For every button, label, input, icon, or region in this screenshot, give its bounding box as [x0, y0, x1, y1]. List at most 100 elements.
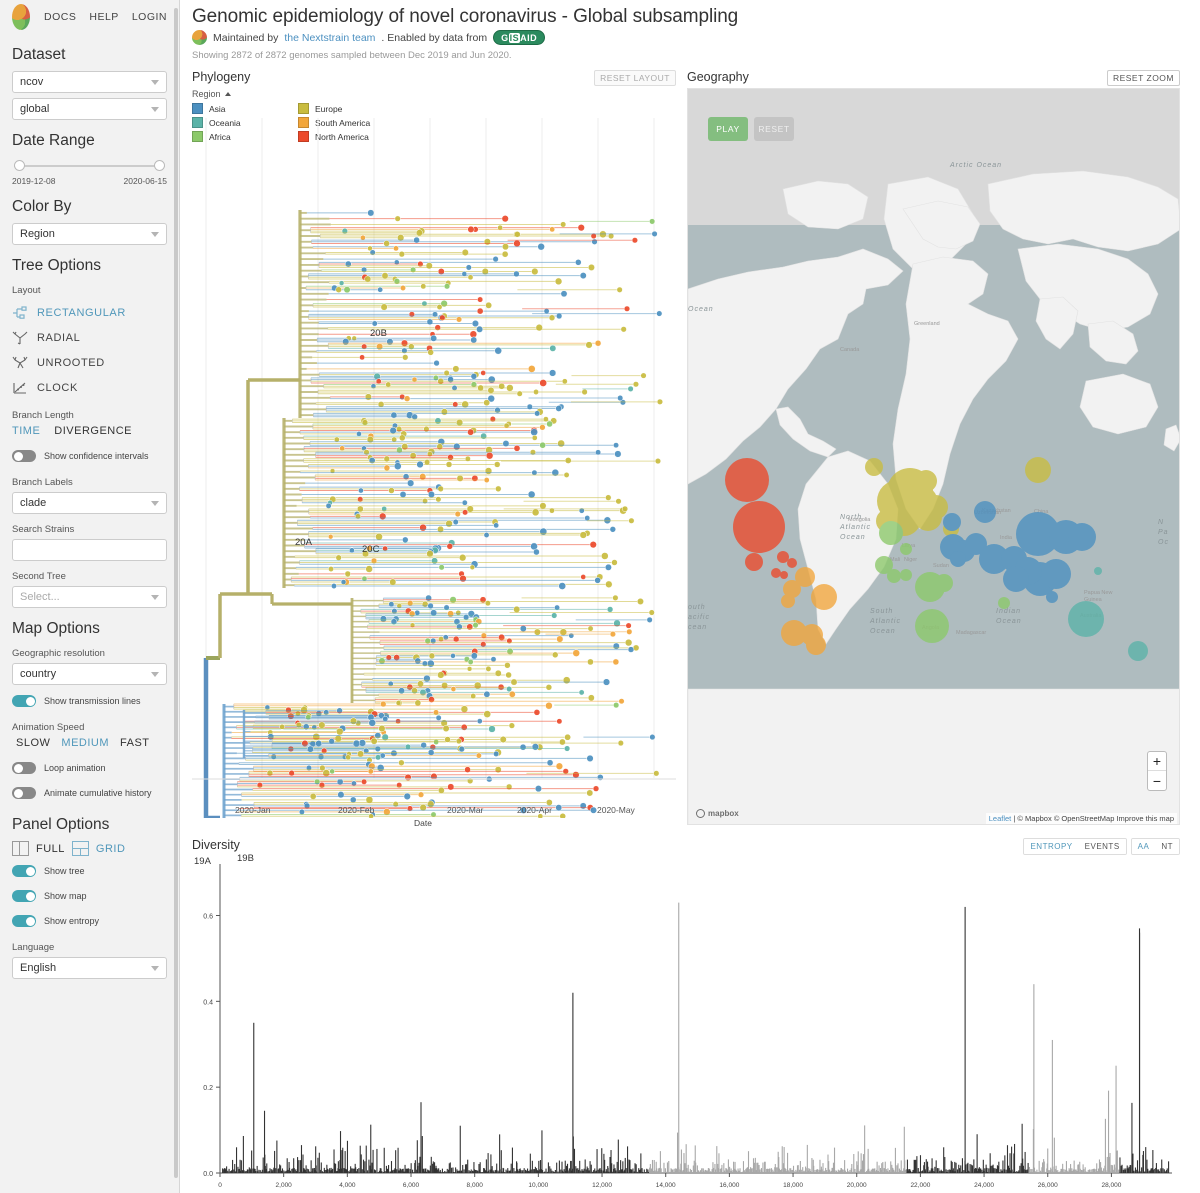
- deme-circle-nigeria[interactable]: [900, 569, 912, 581]
- deme-circle-new-zealand[interactable]: [1128, 641, 1148, 661]
- show-entropy-row[interactable]: Show entropy: [12, 910, 167, 932]
- deme-circle-peru[interactable]: [781, 594, 795, 608]
- deme-circle-mauritius[interactable]: [998, 597, 1010, 609]
- map-svg[interactable]: Arctic Ocean North Atlantic Ocean South …: [688, 89, 1180, 825]
- deme-circle-iceland[interactable]: [865, 458, 883, 476]
- transmission-lines-row[interactable]: Show transmission lines: [12, 690, 167, 712]
- layout-option-rectangular[interactable]: RECTANGULAR: [12, 300, 167, 325]
- attribution-leaflet[interactable]: Leaflet: [989, 814, 1012, 823]
- color-by-select[interactable]: Region: [12, 223, 167, 245]
- events-button[interactable]: EVENTS: [1078, 839, 1126, 854]
- deme-circle-algeria[interactable]: [900, 543, 912, 555]
- attribution-osm[interactable]: © OpenStreetMap: [1054, 814, 1115, 823]
- nextstrain-logo-icon[interactable]: [12, 4, 31, 30]
- branch-labels-select[interactable]: clade: [12, 492, 167, 514]
- loop-animation-row[interactable]: Loop animation: [12, 757, 167, 779]
- deme-circle-uruguay[interactable]: [806, 635, 826, 655]
- sidebar-scrollbar[interactable]: [174, 8, 178, 1178]
- play-button[interactable]: PLAY: [708, 117, 748, 141]
- deme-circle-malaysia[interactable]: [1003, 566, 1029, 592]
- clade-label-20b[interactable]: 20B: [370, 328, 387, 339]
- date-range-slider[interactable]: [14, 158, 165, 174]
- deme-circle-south-korea[interactable]: [1068, 523, 1096, 551]
- mapbox-logo[interactable]: mapbox: [696, 809, 739, 818]
- nav-link-docs[interactable]: DOCS: [44, 11, 76, 23]
- legend-title-row[interactable]: Region: [192, 89, 676, 99]
- deme-circle-uae[interactable]: [950, 551, 966, 567]
- gisaid-badge[interactable]: GISAID: [493, 30, 546, 45]
- dataset-select-primary[interactable]: ncov: [12, 71, 167, 93]
- nav-link-login[interactable]: LOGIN: [132, 11, 167, 23]
- reset-layout-button[interactable]: RESET LAYOUT: [594, 70, 676, 86]
- aa-button[interactable]: AA: [1131, 839, 1156, 854]
- phylogenetic-tree[interactable]: [192, 118, 676, 818]
- maintainer-link[interactable]: the Nextstrain team: [284, 32, 375, 44]
- chevron-up-icon[interactable]: [224, 92, 231, 96]
- animation-speed-fast[interactable]: FAST: [120, 737, 150, 749]
- language-select[interactable]: English: [12, 957, 167, 979]
- deme-circle-guatemala[interactable]: [771, 568, 781, 578]
- attribution-improve[interactable]: Improve this map: [1116, 814, 1174, 823]
- branch-length-divergence[interactable]: DIVERGENCE: [54, 425, 132, 437]
- diversity-chart[interactable]: 0.0 0.2 0.4 0.6 0 2,000 4,000 6,000 8,000 10,000 1…: [192, 856, 1180, 1193]
- layout-option-clock[interactable]: CLOCK: [12, 375, 167, 400]
- cumulative-history-toggle[interactable]: [12, 787, 36, 799]
- legend-item-asia[interactable]: Asia: [192, 102, 298, 115]
- reset-zoom-button[interactable]: RESET ZOOM: [1106, 70, 1180, 86]
- tree-svg[interactable]: [192, 118, 676, 818]
- map-container[interactable]: Arctic Ocean North Atlantic Ocean South …: [687, 88, 1180, 825]
- confidence-intervals-row[interactable]: Show confidence intervals: [12, 445, 167, 467]
- cumulative-history-row[interactable]: Animate cumulative history: [12, 782, 167, 804]
- deme-circle-brazil[interactable]: [811, 584, 837, 610]
- show-map-row[interactable]: Show map: [12, 885, 167, 907]
- entropy-plot-svg[interactable]: 0.0 0.2 0.4 0.6 0 2,000 4,000 6,000 8,000 10,000 1…: [192, 856, 1180, 1193]
- deme-circle-cuba[interactable]: [777, 551, 789, 563]
- dataset-select-secondary[interactable]: global: [12, 98, 167, 120]
- clade-label-20a[interactable]: 20A: [295, 537, 312, 548]
- attribution-mapbox[interactable]: © Mapbox: [1017, 814, 1051, 823]
- deme-circle-ghana[interactable]: [887, 569, 901, 583]
- layout-option-radial[interactable]: RADIAL: [12, 325, 167, 350]
- deme-circle-georgia[interactable]: [943, 513, 961, 531]
- full-layout-label[interactable]: FULL: [36, 843, 65, 855]
- show-map-toggle[interactable]: [12, 890, 36, 902]
- animation-speed-slow[interactable]: SLOW: [16, 737, 50, 749]
- deme-circle-australia[interactable]: [1068, 601, 1104, 637]
- confidence-intervals-toggle[interactable]: [12, 450, 36, 462]
- show-tree-toggle[interactable]: [12, 865, 36, 877]
- slider-knob-end[interactable]: [154, 160, 165, 171]
- layout-option-unrooted[interactable]: UNROOTED: [12, 350, 167, 375]
- deme-circle-kazakhstan[interactable]: [974, 501, 996, 523]
- map-zoom-controls[interactable]: + −: [1147, 751, 1167, 791]
- branch-length-time[interactable]: TIME: [12, 425, 40, 437]
- deme-circle-russia[interactable]: [1025, 457, 1051, 483]
- grid-layout-label[interactable]: GRID: [96, 843, 126, 855]
- animation-speed-medium[interactable]: MEDIUM: [61, 737, 109, 749]
- nt-button[interactable]: NT: [1155, 839, 1179, 854]
- second-tree-select[interactable]: Select...: [12, 586, 167, 608]
- search-strains-input[interactable]: [12, 539, 167, 561]
- grid-layout-icon[interactable]: [71, 841, 89, 856]
- zoom-in-button[interactable]: +: [1148, 752, 1166, 771]
- transmission-lines-toggle[interactable]: [12, 695, 36, 707]
- deme-circle-kenya[interactable]: [935, 574, 953, 592]
- slider-knob-start[interactable]: [14, 160, 25, 171]
- reset-animation-button[interactable]: RESET: [754, 117, 794, 141]
- deme-circle-morocco[interactable]: [879, 521, 903, 545]
- nav-link-help[interactable]: HELP: [89, 11, 118, 23]
- deme-circle-mexico[interactable]: [745, 553, 763, 571]
- show-entropy-toggle[interactable]: [12, 915, 36, 927]
- deme-circle-caribbean[interactable]: [787, 558, 797, 568]
- entropy-button[interactable]: ENTROPY: [1024, 839, 1079, 854]
- loop-animation-toggle[interactable]: [12, 762, 36, 774]
- deme-circle-philippines[interactable]: [1041, 559, 1071, 589]
- full-layout-icon[interactable]: [12, 841, 29, 856]
- deme-circle-honduras[interactable]: [780, 571, 788, 579]
- deme-circle-timor[interactable]: [1046, 591, 1058, 603]
- deme-circle-canada[interactable]: [725, 458, 769, 502]
- clade-label-20c[interactable]: 20C: [362, 544, 379, 555]
- deme-circle-united-states[interactable]: [733, 501, 785, 553]
- deme-circle-south-africa[interactable]: [915, 609, 949, 643]
- geo-resolution-select[interactable]: country: [12, 663, 167, 685]
- deme-circle-poland[interactable]: [924, 495, 948, 519]
